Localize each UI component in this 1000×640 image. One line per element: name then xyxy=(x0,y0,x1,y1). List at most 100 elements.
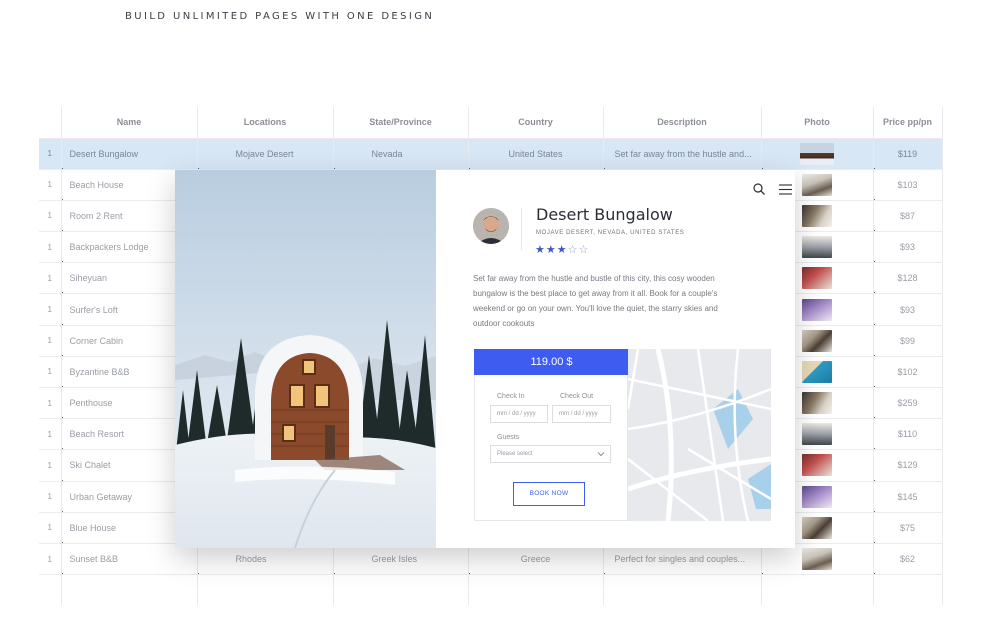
menu-icon[interactable] xyxy=(777,181,793,197)
cell-price[interactable]: $75 xyxy=(873,512,943,544)
row-number[interactable]: 1 xyxy=(39,543,62,576)
column-header-5[interactable]: Description xyxy=(603,107,762,139)
cell-price-text: $259 xyxy=(897,398,918,409)
cell-price[interactable]: $99 xyxy=(873,325,943,357)
cell-price[interactable]: $128 xyxy=(873,262,943,295)
row-number[interactable]: 1 xyxy=(39,449,62,482)
star-icon[interactable]: ★ xyxy=(546,244,557,256)
row-number[interactable]: 1 xyxy=(39,169,62,201)
cell-name-text: Corner Cabin xyxy=(69,335,124,346)
row-number-text: 1 xyxy=(47,367,52,377)
column-header-4[interactable]: Country xyxy=(468,107,604,139)
cell-price-text: $99 xyxy=(899,335,916,346)
row-number[interactable]: 1 xyxy=(39,418,62,451)
table-row[interactable]: 1 Sunset B&B Rhodes Greek Isles Greece Perfec… xyxy=(39,543,943,576)
cell-description[interactable]: Perfect for singles and couples... xyxy=(603,543,762,576)
cell-description[interactable]: Set far away from the hustle and... xyxy=(603,138,762,170)
cell-price[interactable]: $129 xyxy=(873,449,943,482)
cell-country[interactable]: Greece xyxy=(468,543,604,576)
row-number[interactable]: 1 xyxy=(39,387,62,420)
column-header-1[interactable]: Name xyxy=(61,107,198,139)
location-map[interactable] xyxy=(628,349,771,521)
star-icon[interactable]: ★ xyxy=(535,244,546,256)
row-number[interactable]: 1 xyxy=(39,512,62,544)
pool-photo[interactable] xyxy=(802,360,832,383)
cell-price[interactable]: $102 xyxy=(873,356,943,389)
row-number[interactable]: 1 xyxy=(39,356,62,389)
cell-price-text: $129 xyxy=(897,460,918,471)
cell-country[interactable]: United States xyxy=(468,138,604,170)
row-number-text: 1 xyxy=(47,242,52,252)
row-number-text: 1 xyxy=(47,180,52,190)
row-number[interactable]: 1 xyxy=(39,293,62,326)
cell-name-text: Beach Resort xyxy=(69,429,125,440)
table-header-row: Name Locations State/Province Country Descri… xyxy=(39,107,943,139)
room-photo[interactable] xyxy=(802,329,832,352)
cell-price[interactable]: $62 xyxy=(873,543,943,576)
column-header-3[interactable]: State/Province xyxy=(333,107,469,139)
room-photo[interactable] xyxy=(802,236,832,259)
room-photo[interactable] xyxy=(802,454,832,477)
check-out-label: Check Out xyxy=(560,393,594,400)
cell-name[interactable]: Sunset B&B xyxy=(61,543,198,576)
column-header-6[interactable]: Photo xyxy=(761,107,874,139)
room-photo[interactable] xyxy=(802,204,832,227)
cell-price-text: $75 xyxy=(899,522,916,533)
cell-price[interactable]: $119 xyxy=(873,138,943,170)
row-number-text: 1 xyxy=(47,336,52,346)
room-photo[interactable] xyxy=(802,267,832,290)
row-number[interactable]: 1 xyxy=(39,262,62,295)
cell-price[interactable]: $93 xyxy=(873,293,943,326)
cell-name-text: Byzantine B&B xyxy=(69,366,130,377)
column-header-0[interactable] xyxy=(39,107,62,139)
search-icon[interactable] xyxy=(751,181,767,197)
room-photo[interactable] xyxy=(802,392,832,415)
room-photo[interactable] xyxy=(802,548,832,571)
check-out-field[interactable]: mm / dd / yyyy xyxy=(552,405,611,423)
row-number[interactable]: 1 xyxy=(39,231,62,264)
empty-cell xyxy=(873,574,943,605)
room-photo[interactable] xyxy=(802,173,832,196)
host-avatar[interactable] xyxy=(473,208,509,244)
star-icon[interactable]: ★ xyxy=(557,244,568,256)
row-number-text: 1 xyxy=(47,149,52,159)
cabin-photo[interactable] xyxy=(800,142,834,165)
row-number-text: 1 xyxy=(47,492,52,502)
column-header-7[interactable]: Price pp/pn xyxy=(873,107,943,139)
row-number[interactable]: 1 xyxy=(39,138,62,170)
room-photo[interactable] xyxy=(802,516,832,539)
cell-location[interactable]: Mojave Desert xyxy=(197,138,334,170)
guests-select[interactable]: Please select xyxy=(490,445,611,463)
cell-state[interactable]: Greek Isles xyxy=(333,543,469,576)
cell-price[interactable]: $145 xyxy=(873,481,943,513)
star-icon[interactable]: ☆ xyxy=(579,244,590,256)
cell-price[interactable]: $259 xyxy=(873,387,943,420)
column-header-2[interactable]: Locations xyxy=(197,107,334,139)
row-number-text: 1 xyxy=(47,211,52,221)
cell-photo[interactable] xyxy=(761,543,874,576)
cell-state[interactable]: Nevada xyxy=(333,138,469,170)
cell-price-text: $93 xyxy=(899,242,916,253)
cell-name[interactable]: Desert Bungalow xyxy=(61,138,198,170)
room-photo[interactable] xyxy=(802,485,832,508)
row-number[interactable]: 1 xyxy=(39,481,62,513)
row-number[interactable]: 1 xyxy=(39,325,62,357)
star-icon[interactable]: ☆ xyxy=(568,244,579,256)
check-in-field[interactable]: mm / dd / yyyy xyxy=(490,405,548,423)
guests-select-value: Please select xyxy=(497,451,533,457)
table-row[interactable]: 1 Desert Bungalow Mojave Desert Nevada Unite… xyxy=(39,138,943,170)
room-photo[interactable] xyxy=(802,298,832,321)
book-now-button[interactable]: BOOK NOW xyxy=(513,482,585,506)
cell-name-text: Surfer's Loft xyxy=(69,304,118,315)
cell-price[interactable]: $110 xyxy=(873,418,943,451)
listing-location: MOJAVE DESERT, NEVADA, UNITED STATES xyxy=(536,230,685,236)
cell-price[interactable]: $93 xyxy=(873,231,943,264)
cell-country-text: Greece xyxy=(520,554,551,565)
cell-photo[interactable] xyxy=(761,138,874,170)
cell-location[interactable]: Rhodes xyxy=(197,543,334,576)
cell-price[interactable]: $87 xyxy=(873,200,943,233)
room-photo[interactable] xyxy=(802,423,832,446)
cell-price[interactable]: $103 xyxy=(873,169,943,201)
row-number[interactable]: 1 xyxy=(39,200,62,233)
listing-detail-card: Desert Bungalow MOJAVE DESERT, NEVADA, U… xyxy=(175,170,795,548)
